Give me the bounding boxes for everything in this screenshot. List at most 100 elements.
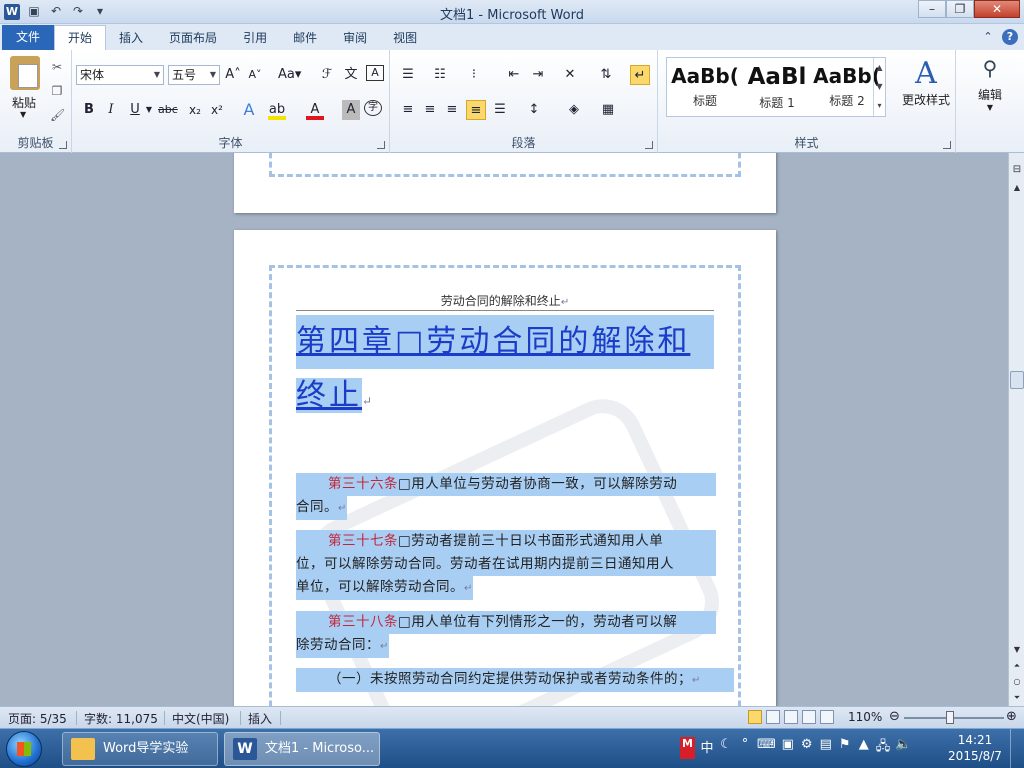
language-indicator[interactable]: 中文(中国) [172,710,229,727]
character-border-icon[interactable]: A [366,65,384,81]
show-marks-icon[interactable]: ↵ [630,65,650,85]
format-painter-icon[interactable]: 🖌 [50,108,65,122]
character-shading-icon[interactable]: A [342,100,360,120]
underline-dropdown-icon[interactable]: ▼ [140,100,158,120]
zoom-level[interactable]: 110% [848,710,882,724]
paste-button[interactable]: 粘贴 [12,94,36,111]
scroll-down-icon[interactable]: ▼ [1010,643,1024,657]
tray-network-icon[interactable]: ▤ [819,737,833,759]
vertical-scrollbar[interactable]: ⊟ ▲ ▼ ⏶ ○ ⏷ [1008,153,1024,706]
page-header-text[interactable]: 劳动合同的解除和终止↵ [296,292,714,309]
network-icon[interactable]: 🖧 [876,737,891,759]
moon-icon[interactable]: ☾ [719,737,733,759]
zoom-out-icon[interactable]: ⊖ [889,709,900,724]
shading-icon[interactable]: ◈ [564,100,584,120]
styles-launcher-icon[interactable] [943,141,951,149]
phonetic-guide-icon[interactable]: 文 [342,65,360,85]
collapse-ribbon-icon[interactable]: ⌃ [980,29,996,45]
punctuation-icon[interactable]: ° [738,737,752,759]
highlight-icon[interactable]: ab [268,100,286,120]
style-heading1[interactable]: AaBl 标题 1 [741,60,813,114]
insert-mode-indicator[interactable]: 插入 [248,710,272,727]
list-item-1[interactable]: （一）未按照劳动合同约定提供劳动保护或者劳动条件的；↵ [296,668,734,692]
previous-page-icon[interactable]: ⏶ [1010,659,1024,673]
page-count[interactable]: 页面: 5/35 [8,710,67,727]
document-area[interactable]: 劳动合同的解除和终止↵ 第四章□劳动合同的解除和 终止↵ 第三十六条□用人单位与… [0,153,1008,706]
italic-icon[interactable]: I [102,100,120,120]
align-center-icon[interactable]: ≡ [420,100,440,120]
article-37[interactable]: 第三十七条□劳动者提前三十日以书面形式通知用人单 位，可以解除劳动合同。劳动者在… [296,530,716,600]
numbering-icon[interactable]: ☷ [430,65,450,85]
start-button[interactable] [6,731,42,767]
align-left-icon[interactable]: ≡ [398,100,418,120]
scroll-up-icon[interactable]: ▲ [1010,181,1024,195]
flag-icon[interactable]: ⚑ [838,737,852,759]
print-layout-icon[interactable] [748,710,762,724]
tab-references[interactable]: 引用 [230,26,280,50]
ruler-toggle-icon[interactable]: ⊟ [1010,163,1024,177]
web-layout-icon[interactable] [784,710,798,724]
decrease-indent-icon[interactable]: ⇤ [504,65,524,85]
maximize-button[interactable]: ❐ [946,0,974,18]
align-right-icon[interactable]: ≡ [442,100,462,120]
minimize-button[interactable]: – [918,0,946,18]
tab-page-layout[interactable]: 页面布局 [156,26,230,50]
full-screen-reading-icon[interactable] [766,710,780,724]
show-hidden-icons[interactable]: ▲ [857,737,871,759]
font-launcher-icon[interactable] [377,141,385,149]
line-spacing-icon[interactable]: ↕ [524,100,544,120]
text-effects-icon[interactable]: A [240,100,258,120]
clear-format-icon[interactable]: ℱ [318,65,336,85]
close-button[interactable]: ✕ [974,0,1020,18]
shrink-font-button[interactable]: A˅ [246,65,264,85]
font-color-icon[interactable]: A [306,100,324,120]
ime-mode[interactable]: 中 [700,737,714,759]
word-count[interactable]: 字数: 11,075 [84,710,158,727]
outline-icon[interactable] [802,710,816,724]
justify-icon[interactable]: ≡ [466,100,486,120]
tab-home[interactable]: 开始 [54,25,107,50]
zoom-in-icon[interactable]: ⊕ [1006,709,1017,724]
paste-dropdown-icon[interactable]: ▼ [20,110,26,119]
tab-review[interactable]: 审阅 [330,26,380,50]
editing-button[interactable]: ⚲ 编辑 ▼ [964,56,1016,112]
volume-icon[interactable]: 🔈 [895,737,911,759]
paragraph-launcher-icon[interactable] [645,141,653,149]
sort-icon[interactable]: ⇅ [596,65,616,85]
next-page-icon[interactable]: ⏷ [1010,691,1024,705]
style-title[interactable]: AaBb( 标题 [669,60,741,114]
taskbar-item-explorer[interactable]: Word导学实验09... [62,732,218,766]
taskbar-item-word[interactable]: W 文档1 - Microso... [224,732,380,766]
increase-indent-icon[interactable]: ⇥ [528,65,548,85]
tab-insert[interactable]: 插入 [106,26,156,50]
grow-font-button[interactable]: A˄ [224,65,242,85]
copy-icon[interactable]: ❐ [50,84,64,98]
chinese-layout-icon[interactable]: ✕ [560,65,580,85]
font-name-combo[interactable]: 宋体 ▼ [76,65,164,85]
borders-icon[interactable]: ▦ [598,100,618,120]
keyboard-icon[interactable]: ⌨ [757,737,776,759]
tray-tool-icon[interactable]: ⚙ [800,737,814,759]
change-styles-button[interactable]: A 更改样式 [898,56,954,108]
subscript-icon[interactable]: x₂ [186,100,204,120]
clock[interactable]: 14:21 2015/8/7 [945,732,1005,764]
strikethrough-icon[interactable]: abc [158,100,178,120]
current-page[interactable]: 劳动合同的解除和终止↵ 第四章□劳动合同的解除和 终止↵ 第三十六条□用人单位与… [234,230,776,706]
article-38[interactable]: 第三十八条□用人单位有下列情形之一的，劳动者可以解 除劳动合同：↵ [296,611,716,658]
browse-object-icon[interactable]: ○ [1010,675,1024,689]
zoom-slider[interactable] [904,717,1004,719]
ime-logo-icon[interactable]: M [680,737,695,759]
gallery-scroll[interactable]: ▲ ▼ ▾ [873,58,885,116]
chapter-heading[interactable]: 第四章□劳动合同的解除和 终止↵ [296,315,714,428]
distributed-icon[interactable]: ☰ [490,100,510,120]
clipboard-launcher-icon[interactable] [59,141,67,149]
tab-view[interactable]: 视图 [380,26,430,50]
superscript-icon[interactable]: x² [208,100,226,120]
cut-icon[interactable]: ✂ [50,60,64,74]
tab-file[interactable]: 文件 [2,25,55,50]
help-icon[interactable]: ? [1002,29,1018,45]
draft-icon[interactable] [820,710,834,724]
bold-icon[interactable]: B [80,100,98,120]
change-case-button[interactable]: Aa▾ [278,65,301,85]
paste-icon[interactable] [10,56,40,90]
